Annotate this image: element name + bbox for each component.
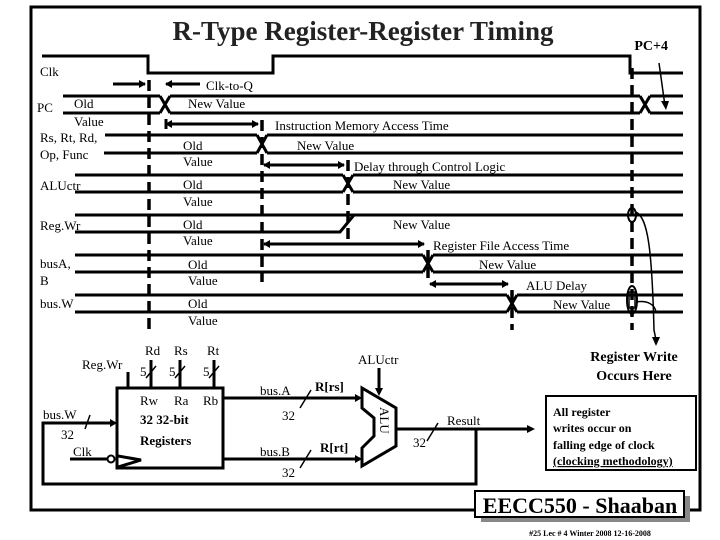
busab-old-label: Old	[188, 257, 208, 272]
rs-old-label: Old	[183, 138, 203, 153]
rs-width-label: 5	[169, 364, 176, 379]
rt-width-label: 5	[203, 364, 210, 379]
rs-label: Rs	[174, 343, 188, 358]
pc-old-value-label: Value	[74, 114, 104, 129]
rd-label: Rd	[145, 343, 161, 358]
footer-info: #25 Lec # 4 Winter 2008 12-16-2008	[529, 529, 651, 538]
footer-brand: EECC550 - Shaaban	[483, 493, 677, 518]
pc-plus4-arrow	[658, 62, 669, 110]
regfile-access-arrow	[263, 240, 425, 248]
regwr-signal-label: Reg.Wr	[40, 218, 81, 233]
datapath-aluctr-label: ALUctr	[358, 352, 399, 367]
register-write-arrow	[635, 211, 660, 346]
busab-new-value-label: New Value	[479, 257, 536, 272]
rrt-label: R[rt]	[320, 440, 348, 455]
slide-title: R-Type Register-Register Timing	[173, 16, 554, 46]
rs-new-value-label: New Value	[297, 138, 354, 153]
busb-label: bus.B	[260, 444, 290, 459]
busw-width-label: 32	[61, 427, 74, 442]
regwr-old-label: Old	[183, 217, 203, 232]
rt-label: Rt	[207, 343, 220, 358]
register-write-label-1: Register Write	[590, 350, 677, 365]
clk-signal-label: Clk	[40, 64, 59, 79]
note-line-3: falling edge of clock	[553, 438, 655, 452]
timing-diagram: R-Type Register-Register Timing PC+4 Clk…	[29, 5, 702, 538]
ra-port-label: Ra	[174, 393, 189, 408]
alu-delay-arrow	[429, 280, 509, 288]
rs-rt-signal-label-1: Rs, Rt, Rd,	[40, 130, 97, 145]
alu-label: ALU	[377, 407, 392, 434]
aluctr-old-value-label: Value	[183, 194, 213, 209]
regwr-old-value-label: Value	[183, 233, 213, 248]
clock-inversion-bubble	[106, 454, 116, 464]
busab-waveform	[75, 253, 683, 274]
busab-signal-label-1: busA,	[40, 256, 71, 271]
pc-waveform	[63, 94, 683, 115]
pc-new-value-label: New Value	[188, 96, 245, 111]
alu-delay-label: ALU Delay	[526, 278, 588, 293]
clk-to-q-label: Clk-to-Q	[206, 78, 254, 93]
clk-to-q-arrow	[113, 80, 200, 88]
aluctr-new-value-label: New Value	[393, 177, 450, 192]
control-delay-label: Delay through Control Logic	[354, 159, 506, 174]
result-arrowhead	[527, 425, 535, 433]
regfile-access-label: Register File Access Time	[433, 238, 569, 253]
pc-signal-label: PC	[37, 100, 53, 115]
note-line-4: (clocking methodology)	[553, 454, 673, 468]
datapath-regwr-label: Reg.Wr	[82, 357, 123, 372]
busab-signal-label-2: B	[40, 273, 49, 288]
busw-old-label: Old	[188, 296, 208, 311]
note-line-1: All register	[553, 405, 611, 419]
aluctr-old-label: Old	[183, 177, 203, 192]
imem-access-arrow	[164, 119, 259, 129]
pc-old-label: Old	[74, 96, 94, 111]
rs-rt-signal-label-2: Op, Func	[40, 147, 89, 162]
busab-old-value-label: Value	[188, 273, 218, 288]
busw-old-value-label: Value	[188, 313, 218, 328]
rw-port-label: Rw	[140, 393, 159, 408]
rrs-label: R[rs]	[315, 379, 344, 394]
pc-plus4-label: PC+4	[634, 39, 668, 54]
imem-access-label: Instruction Memory Access Time	[275, 118, 449, 133]
control-delay-arrow	[263, 161, 345, 169]
regfile-label-2: Registers	[140, 433, 191, 448]
datapath-busw-label: bus.W	[43, 407, 77, 422]
clk-waveform	[42, 54, 683, 75]
busb-width-label: 32	[282, 465, 295, 480]
rs-old-value-label: Value	[183, 154, 213, 169]
aluctr-waveform	[75, 173, 683, 194]
aluctr-signal-label: ALUctr	[40, 178, 81, 193]
register-write-label-2: Occurs Here	[596, 369, 672, 384]
busa-label: bus.A	[260, 383, 291, 398]
busw-signal-label: bus.W	[40, 296, 74, 311]
rb-port-label: Rb	[203, 393, 218, 408]
result-width-slash	[426, 422, 439, 442]
regwr-waveform	[75, 213, 683, 234]
slide: R-Type Register-Register Timing PC+4 Clk…	[0, 0, 720, 540]
regfile-label-1: 32 32-bit	[140, 412, 189, 427]
result-label: Result	[447, 413, 481, 428]
datapath-clk-label: Clk	[73, 444, 92, 459]
rd-width-label: 5	[140, 364, 147, 379]
regwr-new-value-label: New Value	[393, 217, 450, 232]
busw-new-value-label: New Value	[553, 297, 610, 312]
note-line-2: writes occur on	[553, 421, 632, 435]
result-width-label: 32	[413, 435, 426, 450]
busa-width-label: 32	[282, 408, 295, 423]
